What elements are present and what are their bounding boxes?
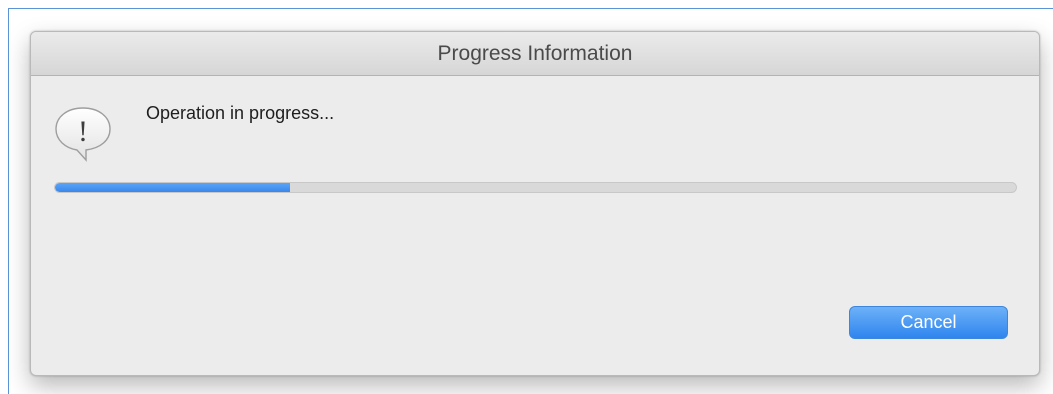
progress-bar [54, 182, 1017, 193]
dialog-title: Progress Information [437, 42, 633, 65]
status-message: Operation in progress... [146, 103, 335, 123]
svg-text:!: ! [78, 115, 88, 148]
dialog-titlebar[interactable]: Progress Information [31, 32, 1039, 76]
cancel-button[interactable]: Cancel [849, 306, 1008, 339]
progress-bar-fill [55, 183, 291, 192]
information-alert-icon: ! [55, 107, 111, 162]
progress-dialog: Progress Information ! Operation in prog… [30, 31, 1040, 376]
